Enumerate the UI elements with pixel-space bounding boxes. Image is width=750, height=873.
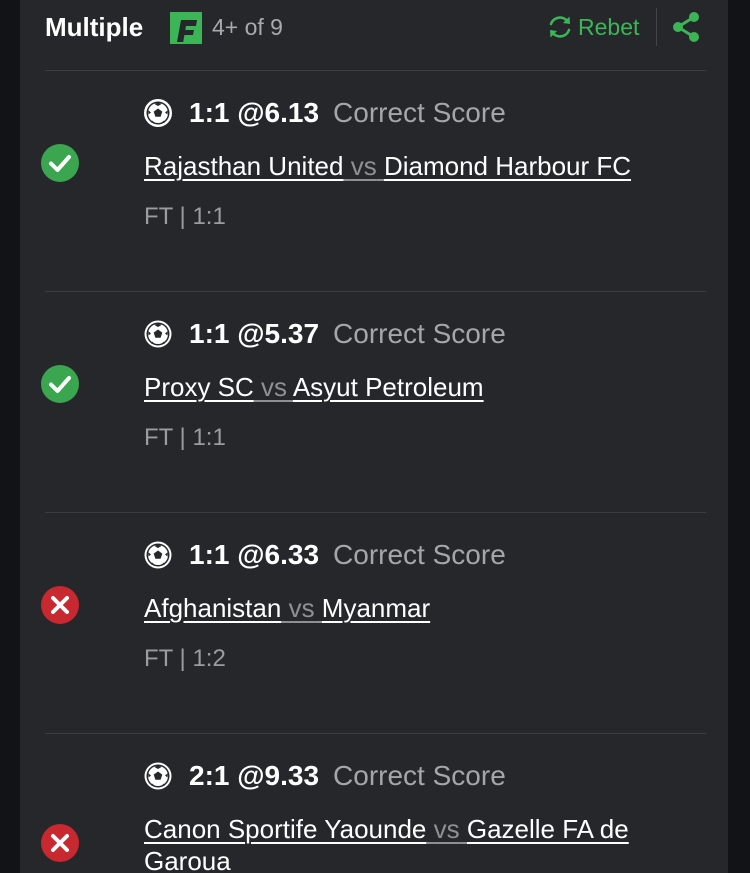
away-team-link[interactable]: Diamond Harbour FC (384, 151, 631, 181)
market-label: Correct Score (333, 97, 506, 128)
x-circle-icon (41, 824, 79, 862)
pick-odds: 2:1 @9.33 (189, 760, 320, 791)
soccer-ball-icon (144, 541, 172, 569)
market-label: Correct Score (333, 318, 506, 349)
market-label: Correct Score (333, 539, 506, 570)
vs-label: vs (288, 593, 315, 623)
share-icon[interactable] (670, 10, 702, 44)
pick-line: 1:1 @5.37 Correct Score (143, 317, 506, 351)
bet-selection: 1:1 @6.13 Correct Score Rajasthan United… (20, 71, 728, 291)
pick-odds: 1:1 @5.37 (189, 318, 320, 349)
bet-type-title: Multiple (45, 12, 144, 42)
bet-selection: 2:1 @9.33 Correct Score Canon Sportife Y… (20, 734, 728, 873)
pick-line: 1:1 @6.13 Correct Score (143, 96, 506, 130)
match-teams: Rajasthan United vs Diamond Harbour FC (144, 150, 714, 182)
home-team-link[interactable]: Canon Sportife Yaounde (144, 814, 426, 844)
home-team-link[interactable]: Afghanistan (144, 593, 281, 623)
pick-line: 2:1 @9.33 Correct Score (143, 759, 506, 793)
selection-count: 4+ of 9 (212, 14, 283, 40)
bet-selection: 1:1 @6.33 Correct Score Afghanistan vs M… (20, 513, 728, 733)
header-divider (656, 8, 657, 46)
match-teams: Afghanistan vs Myanmar (144, 592, 714, 624)
bet-slip-panel: Multiple 4+ of 9 Rebet 1:1 @6.13 Correct… (20, 0, 728, 873)
refresh-icon (549, 16, 571, 38)
match-result: FT | 1:1 (144, 203, 226, 230)
home-team-link[interactable]: Rajasthan United (144, 151, 343, 181)
pick-odds: 1:1 @6.33 (189, 539, 320, 570)
pick-line: 1:1 @6.33 Correct Score (143, 538, 506, 572)
soccer-ball-icon (144, 762, 172, 790)
match-teams: Proxy SC vs Asyut Petroleum (144, 371, 714, 403)
vs-label: vs (433, 814, 460, 844)
match-teams: Canon Sportife Yaounde vs Gazelle FA de … (144, 813, 674, 873)
check-circle-icon (41, 144, 79, 182)
check-circle-icon (41, 365, 79, 403)
away-team-link[interactable]: Asyut Petroleum (293, 372, 484, 402)
slip-header: Multiple 4+ of 9 Rebet (20, 0, 728, 70)
soccer-ball-icon (144, 99, 172, 127)
soccer-ball-icon (144, 320, 172, 348)
away-team-link[interactable]: Myanmar (322, 593, 430, 623)
brand-logo-icon (170, 12, 202, 44)
pick-odds: 1:1 @6.13 (189, 97, 320, 128)
rebet-label: Rebet (578, 13, 640, 40)
vs-label: vs (350, 151, 377, 181)
match-result: FT | 1:2 (144, 645, 226, 672)
home-team-link[interactable]: Proxy SC (144, 372, 254, 402)
x-circle-icon (41, 586, 79, 624)
match-result: FT | 1:1 (144, 424, 226, 451)
rebet-button[interactable]: Rebet (546, 12, 639, 42)
market-label: Correct Score (333, 760, 506, 791)
vs-label: vs (261, 372, 288, 402)
bet-selection: 1:1 @5.37 Correct Score Proxy SC vs Asyu… (20, 292, 728, 512)
